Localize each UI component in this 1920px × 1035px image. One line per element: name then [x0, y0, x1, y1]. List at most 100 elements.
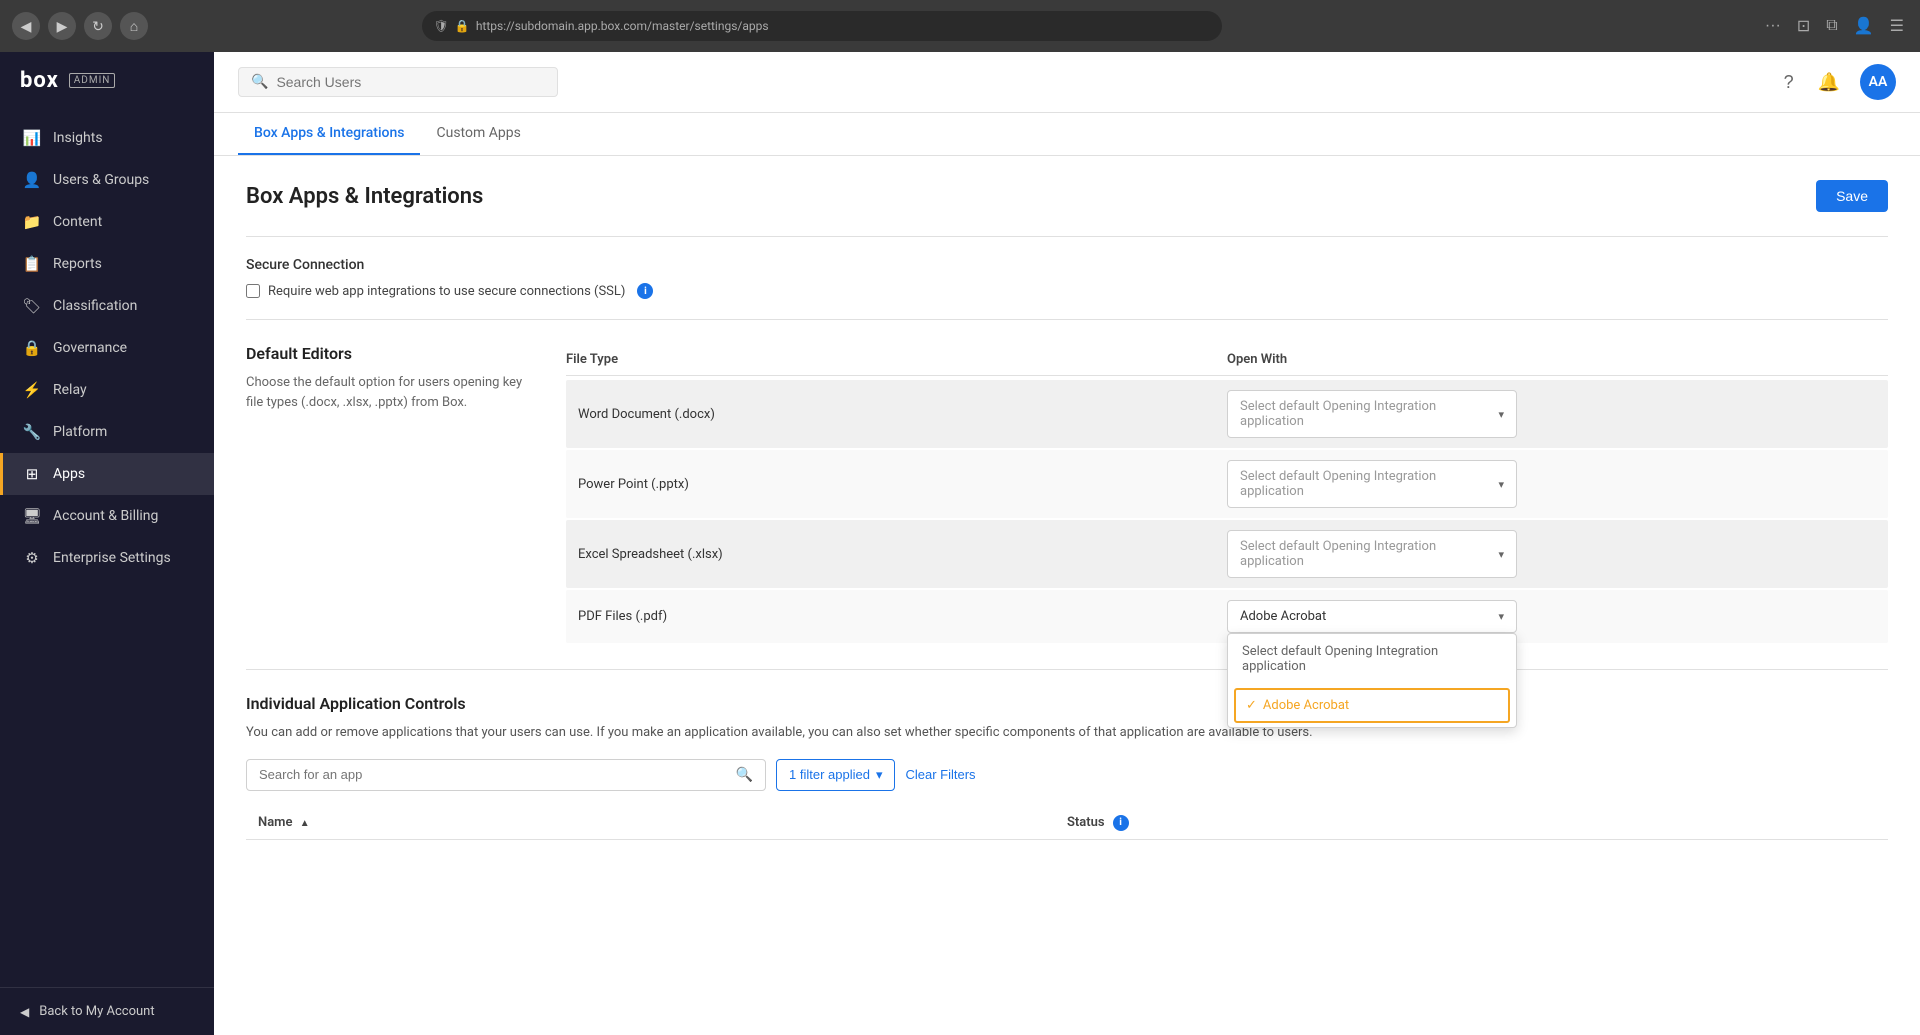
sort-icon: ▲ — [300, 818, 310, 829]
sidebar: box ADMIN 📊 Insights 👤 Users & Groups 📁 … — [0, 52, 214, 1035]
app-controls-section: Individual Application Controls You can … — [246, 669, 1888, 840]
sidebar-item-label: Governance — [53, 340, 127, 356]
avatar[interactable]: AA — [1860, 64, 1896, 100]
url-bar[interactable]: 🛡 🔒 https://subdomain.app.box.com/master… — [422, 11, 1222, 41]
editor-row-excel: Excel Spreadsheet (.xlsx) Select default… — [566, 520, 1888, 588]
sidebar-item-label: Platform — [53, 424, 107, 440]
back-button[interactable]: ◀ — [12, 12, 40, 40]
pdf-file-type: PDF Files (.pdf) — [566, 609, 1227, 624]
home-button[interactable]: ⌂ — [120, 12, 148, 40]
sidebar-nav: 📊 Insights 👤 Users & Groups 📁 Content 📋 … — [0, 109, 214, 987]
sidebar-item-enterprise-settings[interactable]: ⚙ Enterprise Settings — [0, 537, 214, 579]
editors-desc: Choose the default option for users open… — [246, 373, 526, 412]
reports-icon: 📋 — [23, 255, 41, 273]
lock-icon: 🔒 — [455, 19, 470, 33]
content-icon: 📁 — [23, 213, 41, 231]
sidebar-item-label: Reports — [53, 256, 102, 272]
relay-icon: ⚡ — [23, 381, 41, 399]
settings-icon: ⚙ — [23, 549, 41, 567]
tab-custom-apps[interactable]: Custom Apps — [420, 113, 536, 155]
pdf-dropdown[interactable]: Adobe Acrobat ▾ — [1227, 600, 1517, 633]
pdf-option-default[interactable]: Select default Opening Integration appli… — [1228, 634, 1516, 684]
col-file-type-header: File Type — [566, 352, 1227, 367]
sidebar-item-insights[interactable]: 📊 Insights — [0, 117, 214, 159]
insights-icon: 📊 — [23, 129, 41, 147]
word-dropdown[interactable]: Select default Opening Integration appli… — [1227, 390, 1517, 438]
app-search-box[interactable]: 🔍 — [246, 759, 766, 791]
sidebar-item-users-groups[interactable]: 👤 Users & Groups — [0, 159, 214, 201]
notifications-button[interactable]: 🔔 — [1814, 68, 1844, 97]
secure-connection-checkbox[interactable] — [246, 284, 260, 298]
page-header: Box Apps & Integrations Save — [246, 180, 1888, 212]
refresh-button[interactable]: ↻ — [84, 12, 112, 40]
person-button[interactable]: 👤 — [1850, 12, 1878, 40]
tab-bar: Box Apps & Integrations Custom Apps — [214, 113, 1920, 156]
reader-button[interactable]: ⊡ — [1793, 12, 1814, 40]
app-search-input[interactable] — [259, 767, 728, 782]
filter-button[interactable]: 1 filter applied ▾ — [776, 759, 895, 791]
shield-icon: 🛡 — [434, 19, 449, 33]
sidebar-item-label: Account & Billing — [53, 508, 158, 524]
col-name-header: Name ▲ — [258, 815, 1067, 830]
excel-file-type: Excel Spreadsheet (.xlsx) — [566, 547, 1227, 562]
word-dropdown-caret: ▾ — [1498, 408, 1504, 421]
sidebar-item-reports[interactable]: 📋 Reports — [0, 243, 214, 285]
account-icon: 🖥 — [23, 507, 41, 525]
app-table-header: Name ▲ Status i — [246, 807, 1888, 840]
sidebar-item-classification[interactable]: 🏷 Classification — [0, 285, 214, 327]
sidebar-item-relay[interactable]: ⚡ Relay — [0, 369, 214, 411]
sidebar-item-platform[interactable]: 🔧 Platform — [0, 411, 214, 453]
pdf-dropdown-caret: ▾ — [1498, 610, 1504, 623]
app-layout: box ADMIN 📊 Insights 👤 Users & Groups 📁 … — [0, 52, 1920, 1035]
sidebar-item-apps[interactable]: ⊞ Apps — [0, 453, 214, 495]
logo-text: box — [20, 68, 59, 93]
back-to-account[interactable]: ◀ Back to My Account — [0, 987, 214, 1035]
sidebar-item-label: Relay — [53, 382, 87, 398]
screen-button[interactable]: ⧉ — [1822, 13, 1841, 39]
top-bar: 🔍 ? 🔔 AA — [214, 52, 1920, 113]
filter-row: 🔍 1 filter applied ▾ Clear Filters — [246, 759, 1888, 791]
sidebar-item-label: Users & Groups — [53, 172, 149, 188]
search-box[interactable]: 🔍 — [238, 67, 558, 97]
col-open-with-header: Open With — [1227, 352, 1888, 367]
apps-icon: ⊞ — [23, 465, 41, 483]
menu-button[interactable]: ☰ — [1886, 12, 1908, 40]
filter-label: 1 filter applied — [789, 767, 870, 782]
more-button[interactable]: ··· — [1761, 13, 1785, 39]
word-file-type: Word Document (.docx) — [566, 407, 1227, 422]
tab-box-apps[interactable]: Box Apps & Integrations — [238, 113, 420, 155]
pdf-dropdown-value: Adobe Acrobat — [1240, 609, 1326, 624]
governance-icon: 🔒 — [23, 339, 41, 357]
excel-dropdown-caret: ▾ — [1498, 548, 1504, 561]
editor-row-pdf: PDF Files (.pdf) Adobe Acrobat ▾ Select … — [566, 590, 1888, 643]
back-to-account-label: Back to My Account — [39, 1004, 154, 1019]
col-status-info-icon[interactable]: i — [1113, 815, 1129, 831]
save-button[interactable]: Save — [1816, 180, 1888, 212]
admin-badge: ADMIN — [69, 73, 116, 88]
back-arrow-icon: ◀ — [20, 1005, 29, 1019]
pdf-option-adobe[interactable]: Adobe Acrobat — [1234, 688, 1510, 723]
word-dropdown-value: Select default Opening Integration appli… — [1240, 399, 1498, 429]
help-button[interactable]: ? — [1780, 68, 1798, 97]
pdf-dropdown-menu: Select default Opening Integration appli… — [1227, 633, 1517, 728]
excel-dropdown[interactable]: Select default Opening Integration appli… — [1227, 530, 1517, 578]
sidebar-logo: box ADMIN — [0, 52, 214, 109]
filter-chevron-icon: ▾ — [876, 767, 883, 783]
forward-button[interactable]: ▶ — [48, 12, 76, 40]
sidebar-item-governance[interactable]: 🔒 Governance — [0, 327, 214, 369]
secure-connection-info-icon[interactable]: i — [637, 283, 653, 299]
clear-filters-button[interactable]: Clear Filters — [905, 767, 975, 782]
excel-open-with-cell: Select default Opening Integration appli… — [1227, 530, 1888, 578]
classification-icon: 🏷 — [23, 297, 41, 315]
sidebar-item-label: Insights — [53, 130, 103, 146]
adobe-option-label: Adobe Acrobat — [1263, 698, 1349, 713]
sidebar-item-label: Enterprise Settings — [53, 550, 171, 566]
sidebar-item-account-billing[interactable]: 🖥 Account & Billing — [0, 495, 214, 537]
sidebar-item-content[interactable]: 📁 Content — [0, 201, 214, 243]
word-open-with-cell: Select default Opening Integration appli… — [1227, 390, 1888, 438]
secure-connection-label: Secure Connection — [246, 257, 1888, 273]
search-input[interactable] — [276, 74, 545, 90]
page-content: Box Apps & Integrations Save Secure Conn… — [214, 156, 1920, 1035]
ppt-dropdown[interactable]: Select default Opening Integration appli… — [1227, 460, 1517, 508]
sidebar-item-label: Apps — [53, 466, 85, 482]
